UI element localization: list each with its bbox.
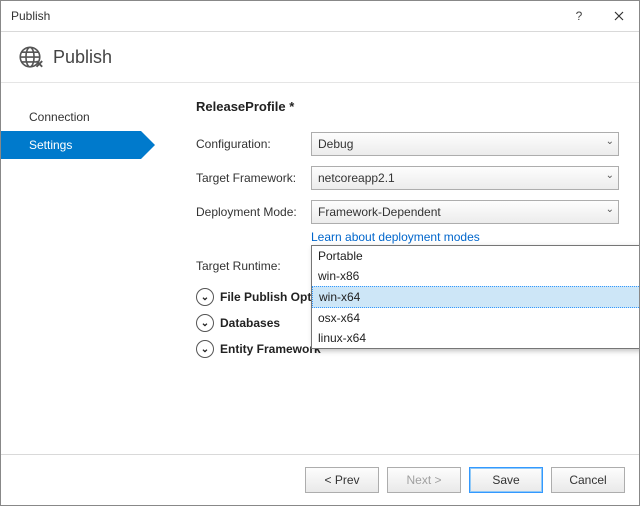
runtime-option-linux-x64[interactable]: linux-x64 — [312, 328, 639, 348]
chevron-down-icon: ⌄ — [606, 204, 614, 215]
publish-dialog: Publish ? Publish Connection Settings — [0, 0, 640, 506]
profile-title: ReleaseProfile * — [196, 99, 619, 114]
sidebar: Connection Settings — [1, 83, 141, 454]
cancel-button[interactable]: Cancel — [551, 467, 625, 493]
close-button[interactable] — [599, 1, 639, 31]
combo-deployment-mode[interactable]: Framework-Dependent ⌄ — [311, 200, 619, 224]
row-configuration: Configuration: Debug ⌄ — [196, 132, 619, 156]
label-target-framework: Target Framework: — [196, 171, 311, 185]
label-deployment-mode: Deployment Mode: — [196, 205, 311, 219]
combo-value: Framework-Dependent — [318, 205, 441, 219]
label-target-runtime: Target Runtime: — [196, 259, 311, 273]
prev-button[interactable]: < Prev — [305, 467, 379, 493]
combo-value: Debug — [318, 137, 353, 151]
save-button[interactable]: Save — [469, 467, 543, 493]
runtime-option-portable[interactable]: Portable — [312, 246, 639, 266]
combo-target-framework[interactable]: netcoreapp2.1 ⌄ — [311, 166, 619, 190]
target-runtime-dropdown: Portable win-x86 win-x64 osx-x64 linux-x… — [311, 245, 639, 349]
expander-label: Entity Framework — [220, 342, 321, 356]
sidebar-item-label: Settings — [29, 138, 72, 152]
link-deployment-modes[interactable]: Learn about deployment modes — [311, 230, 619, 244]
runtime-option-win-x86[interactable]: win-x86 — [312, 266, 639, 286]
sidebar-item-connection[interactable]: Connection — [1, 103, 141, 131]
chevron-down-icon: ⌄ — [606, 136, 614, 147]
row-target-framework: Target Framework: netcoreapp2.1 ⌄ — [196, 166, 619, 190]
sidebar-item-label: Connection — [29, 110, 90, 124]
combo-configuration[interactable]: Debug ⌄ — [311, 132, 619, 156]
window-title: Publish — [11, 9, 559, 23]
sidebar-item-settings[interactable]: Settings — [1, 131, 141, 159]
header-title: Publish — [53, 47, 112, 68]
chevron-down-icon: ⌄ — [196, 288, 214, 306]
dialog-body: Connection Settings ReleaseProfile * Con… — [1, 83, 639, 454]
combo-value: netcoreapp2.1 — [318, 171, 395, 185]
dialog-header: Publish — [1, 32, 639, 83]
runtime-option-win-x64[interactable]: win-x64 — [312, 286, 639, 308]
chevron-down-icon: ⌄ — [196, 340, 214, 358]
chevron-down-icon: ⌄ — [606, 170, 614, 181]
label-configuration: Configuration: — [196, 137, 311, 151]
close-icon — [614, 11, 624, 21]
next-button[interactable]: Next > — [387, 467, 461, 493]
help-button[interactable]: ? — [559, 1, 599, 31]
chevron-down-icon: ⌄ — [196, 314, 214, 332]
titlebar: Publish ? — [1, 1, 639, 32]
expander-label: Databases — [220, 316, 280, 330]
publish-icon — [17, 44, 43, 70]
dialog-footer: < Prev Next > Save Cancel — [1, 454, 639, 505]
runtime-option-osx-x64[interactable]: osx-x64 — [312, 308, 639, 328]
row-deployment-mode: Deployment Mode: Framework-Dependent ⌄ — [196, 200, 619, 224]
settings-pane: ReleaseProfile * Configuration: Debug ⌄ … — [141, 83, 639, 454]
